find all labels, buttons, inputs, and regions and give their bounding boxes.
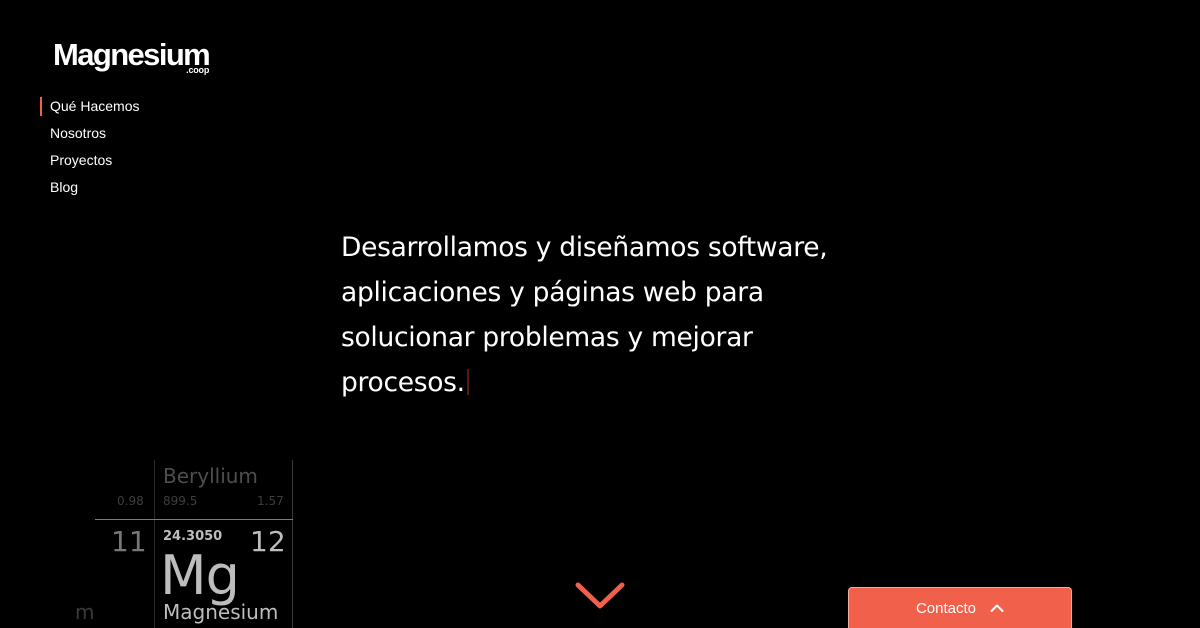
magnesium-atomic-mass: 24.3050 xyxy=(163,529,223,544)
nav-item-proyectos[interactable]: Proyectos xyxy=(40,150,139,177)
scroll-down-button[interactable] xyxy=(575,580,625,612)
main-nav: Qué Hacemos Nosotros Proyectos Blog xyxy=(40,96,139,204)
hero-line: Desarrollamos y diseñamos software, xyxy=(341,232,828,263)
grid-divider xyxy=(95,519,293,520)
nav-item-nosotros[interactable]: Nosotros xyxy=(40,123,139,150)
hero-line: procesos. xyxy=(341,367,465,398)
magnesium-name: Magnesium xyxy=(163,600,279,624)
magnesium-symbol: Mg xyxy=(160,544,240,607)
nav-item-que-hacemos[interactable]: Qué Hacemos xyxy=(40,96,139,123)
logo[interactable]: Magnesium .coop xyxy=(53,38,211,76)
sodium-name-fragment: m xyxy=(75,600,95,624)
hero-text: Desarrollamos y diseñamos software, apli… xyxy=(341,225,861,405)
hero-line: aplicaciones y páginas web para xyxy=(341,277,764,308)
sodium-atomic-number: 11 xyxy=(111,525,147,558)
chevron-down-icon xyxy=(575,582,625,609)
hero-line: solucionar problemas y mejorar xyxy=(341,322,753,353)
magnesium-atomic-number: 12 xyxy=(250,525,286,558)
beryllium-name: Beryllium xyxy=(163,464,258,488)
sodium-electronegativity: 0.98 xyxy=(117,494,144,508)
periodic-table-graphic: Beryllium 0.98 899.5 1.57 11 24.3050 12 … xyxy=(75,440,305,628)
chevron-up-icon xyxy=(990,604,1004,612)
beryllium-electronegativity: 1.57 xyxy=(257,494,284,508)
logo-suffix: .coop xyxy=(186,65,210,75)
nav-item-blog[interactable]: Blog xyxy=(40,177,139,204)
typing-cursor xyxy=(466,369,469,395)
contact-label: Contacto xyxy=(915,599,977,617)
grid-divider xyxy=(292,460,293,628)
beryllium-melting-point: 899.5 xyxy=(163,494,198,508)
grid-divider xyxy=(154,460,155,628)
contact-button[interactable]: Contacto xyxy=(848,587,1072,628)
